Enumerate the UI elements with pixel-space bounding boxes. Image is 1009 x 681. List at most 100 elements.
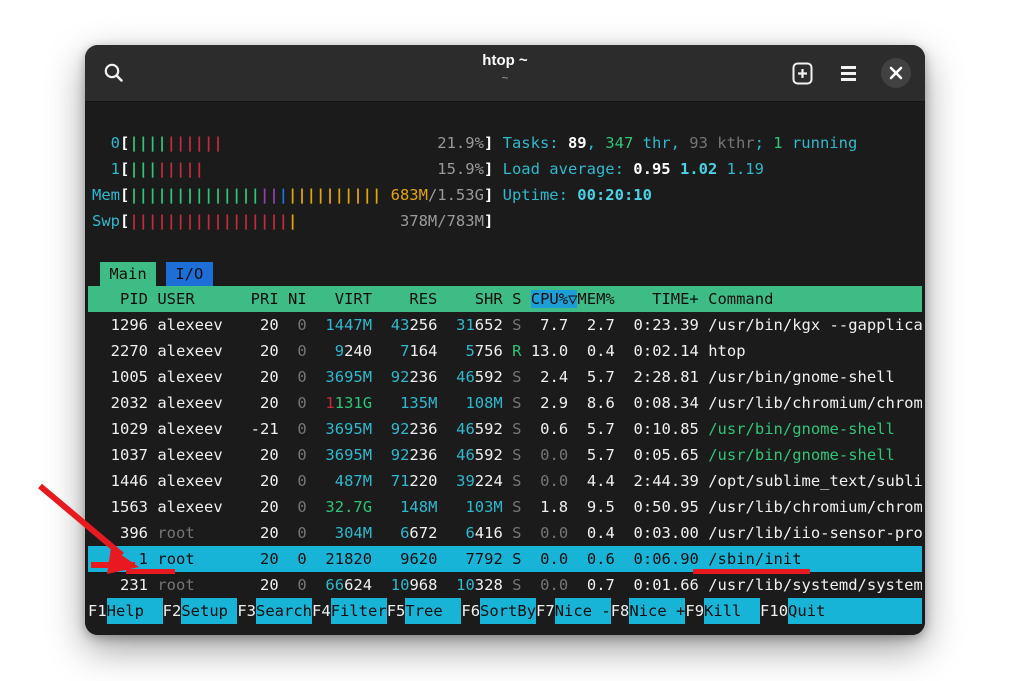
cell-res: 148M xyxy=(381,498,437,516)
memory-meter: |||||||||||||||||||||||||||683M/1.53G xyxy=(129,182,484,208)
close-button[interactable] xyxy=(881,58,911,88)
cell-shr: 46592 xyxy=(447,446,503,464)
col-header-pri[interactable]: PRI xyxy=(251,290,279,308)
cell-mem: 2.7 xyxy=(578,316,615,334)
summary-line-0: Tasks: 89, 347 thr, 93 kthr; 1 running xyxy=(503,134,858,152)
cell-pri: -21 xyxy=(251,420,279,438)
process-row-1296[interactable]: 1296 alexeev 20 0 1447M 43256 31652 S 7.… xyxy=(88,312,922,338)
terminal: 0[||||||||||21.9%] Tasks: 89, 347 thr, 9… xyxy=(85,102,925,635)
cell-mem: 5.7 xyxy=(578,420,615,438)
cell-cmd: /opt/sublime_text/sublim xyxy=(708,472,922,490)
cell-s: S xyxy=(512,368,521,386)
fkey-action-tree[interactable]: Tree xyxy=(405,598,461,624)
cell-virt: 3695M xyxy=(316,446,372,464)
process-row-1563[interactable]: 1563 alexeev 20 0 32.7G 148M 103M S 1.8 … xyxy=(88,494,922,520)
cell-cpu: 7.7 xyxy=(531,316,568,334)
cell-pid: 1563 xyxy=(92,498,148,516)
cell-res: 92236 xyxy=(381,446,437,464)
cell-cpu: 0.0 xyxy=(531,446,568,464)
cell-time: 2:44.39 xyxy=(624,472,699,490)
col-header-mem[interactable]: MEM% xyxy=(577,290,614,308)
cell-pid: 1029 xyxy=(92,420,148,438)
cell-user: alexeev xyxy=(157,472,250,490)
cell-cpu: 0.0 xyxy=(531,472,568,490)
cell-ni: 0 xyxy=(288,576,307,594)
swap-meter: ||||||||||||||||||378M/783M xyxy=(129,208,484,234)
cpu-1-meter-line: 1[||||||||15.9%] Load average: 0.95 1.02… xyxy=(88,156,922,182)
cell-res: 9620 xyxy=(381,550,437,568)
col-header-s[interactable]: S xyxy=(512,290,521,308)
cell-s: S xyxy=(512,446,521,464)
cell-time: 0:03.00 xyxy=(624,524,699,542)
cell-cmd: /usr/lib/systemd/systemd xyxy=(708,576,922,594)
cell-s: R xyxy=(512,342,521,360)
cell-virt: 1131G xyxy=(316,394,372,412)
cell-virt: 66624 xyxy=(316,576,372,594)
col-header-cmd[interactable]: Command xyxy=(708,290,773,308)
menu-button[interactable] xyxy=(835,60,861,86)
fkey-f5: F5 xyxy=(387,598,406,624)
cell-shr: 108M xyxy=(447,394,503,412)
fkey-action-quit[interactable]: Quit xyxy=(788,598,922,624)
process-table: 1296 alexeev 20 0 1447M 43256 31652 S 7.… xyxy=(88,312,922,598)
tab-main[interactable]: Main xyxy=(100,262,156,286)
col-header-user[interactable]: USER xyxy=(157,290,250,308)
cell-time: 0:01.66 xyxy=(624,576,699,594)
cell-mem: 8.6 xyxy=(577,394,614,412)
new-tab-icon xyxy=(790,61,815,86)
col-header-res[interactable]: RES xyxy=(381,290,437,308)
process-row-396[interactable]: 396 root 20 0 304M 6672 6416 S 0.0 0.4 0… xyxy=(88,520,922,546)
table-header-row[interactable]: PID USER PRI NI VIRT RES SHR S CPU%▽MEM%… xyxy=(88,286,922,312)
cell-s: S xyxy=(512,472,521,490)
process-row-1005[interactable]: 1005 alexeev 20 0 3695M 92236 46592 S 2.… xyxy=(88,364,922,390)
process-row-1037[interactable]: 1037 alexeev 20 0 3695M 92236 46592 S 0.… xyxy=(88,442,922,468)
fkey-action-nice-[interactable]: Nice - xyxy=(555,598,611,624)
cell-mem: 0.7 xyxy=(578,576,615,594)
cell-shr: 6416 xyxy=(447,524,503,542)
fkey-action-kill[interactable]: Kill xyxy=(704,598,760,624)
cell-pid: 1296 xyxy=(92,316,148,334)
swap-meter-label: Swp xyxy=(92,212,120,230)
cell-ni: 0 xyxy=(288,524,307,542)
cell-pid: 231 xyxy=(92,576,148,594)
cell-s: S xyxy=(512,550,521,568)
cell-pid: 396 xyxy=(92,524,148,542)
cell-cmd: /usr/lib/iio-sensor-prox xyxy=(708,524,922,542)
process-row-1[interactable]: 1 root 20 0 21820 9620 7792 S 0.0 0.6 0:… xyxy=(88,546,922,572)
cell-time: 0:08.34 xyxy=(624,394,699,412)
new-tab-button[interactable] xyxy=(789,60,815,86)
fkey-action-filter[interactable]: Filter xyxy=(331,598,387,624)
col-header-ni[interactable]: NI xyxy=(288,290,307,308)
process-row-1446[interactable]: 1446 alexeev 20 0 487M 71220 39224 S 0.0… xyxy=(88,468,922,494)
col-header-virt[interactable]: VIRT xyxy=(316,290,372,308)
cell-cmd: /usr/bin/gnome-shell xyxy=(708,420,895,438)
cell-mem: 0.4 xyxy=(578,524,615,542)
console-window: htop ~ ~ 0[||||||||||21. xyxy=(85,45,925,635)
fkey-action-sortby[interactable]: SortBy xyxy=(480,598,536,624)
cell-cmd: /usr/bin/gnome-shell xyxy=(708,368,895,386)
cell-ni: 0 xyxy=(288,420,307,438)
fkey-action-nice-[interactable]: Nice + xyxy=(629,598,685,624)
col-header-shr[interactable]: SHR xyxy=(447,290,503,308)
process-row-231[interactable]: 231 root 20 0 66624 10968 10328 S 0.0 0.… xyxy=(88,572,922,598)
cell-user: alexeev xyxy=(157,446,250,464)
fkey-action-search[interactable]: Search xyxy=(256,598,312,624)
cell-pri: 20 xyxy=(251,394,279,412)
close-icon xyxy=(889,66,903,80)
process-row-1029[interactable]: 1029 alexeev -21 0 3695M 92236 46592 S 0… xyxy=(88,416,922,442)
cell-res: 7164 xyxy=(381,342,437,360)
cell-cpu: 0.0 xyxy=(531,576,568,594)
cell-cmd: /usr/bin/kgx --gapplicat xyxy=(708,316,922,334)
cell-virt: 304M xyxy=(316,524,372,542)
cell-cmd: /usr/bin/gnome-shell xyxy=(708,446,895,464)
cell-res: 43256 xyxy=(381,316,437,334)
fkey-action-setup[interactable]: Setup xyxy=(181,598,237,624)
col-header-cpu[interactable]: CPU% xyxy=(531,290,568,308)
col-header-time[interactable]: TIME+ xyxy=(624,290,699,308)
fkey-action-help[interactable]: Help xyxy=(107,598,163,624)
tab-i-o[interactable]: I/O xyxy=(166,262,213,286)
process-row-2270[interactable]: 2270 alexeev 20 0 9240 7164 5756 R 13.0 … xyxy=(88,338,922,364)
col-header-pid[interactable]: PID xyxy=(92,290,148,308)
process-row-2032[interactable]: 2032 alexeev 20 0 1131G 135M 108M S 2.9 … xyxy=(88,390,922,416)
cell-user: alexeev xyxy=(157,420,250,438)
